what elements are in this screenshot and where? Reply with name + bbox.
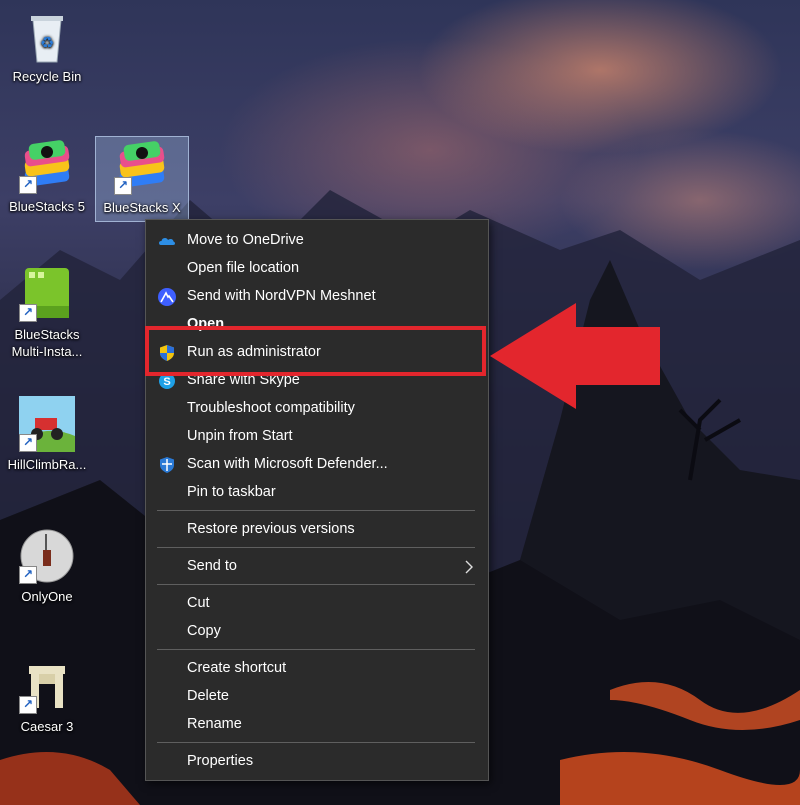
- menu-item-troubleshoot-compatibility[interactable]: Troubleshoot compatibility: [146, 395, 488, 423]
- red-arrow-annotation: [490, 303, 660, 409]
- bluestacks-multi-instance-icon: ↗: [19, 266, 75, 322]
- desktop-icon-label: HillClimbRa...: [7, 457, 87, 472]
- onlyone-icon: ↗: [19, 528, 75, 584]
- desktop-icon-bluestacks-5[interactable]: ↗ BlueStacks 5: [1, 138, 93, 215]
- shortcut-arrow-icon: ↗: [19, 566, 37, 584]
- menu-item-scan-defender[interactable]: Scan with Microsoft Defender...: [146, 451, 488, 479]
- highlight-box: [145, 326, 486, 376]
- menu-item-pin-to-taskbar[interactable]: Pin to taskbar: [146, 479, 488, 507]
- desktop-icon-recycle-bin[interactable]: ♻ Recycle Bin: [1, 8, 93, 85]
- shortcut-arrow-icon: ↗: [19, 304, 37, 322]
- bluestacks-icon: ↗: [19, 138, 75, 194]
- menu-item-create-shortcut[interactable]: Create shortcut: [146, 655, 488, 683]
- menu-item-open-file-location[interactable]: Open file location: [146, 255, 488, 283]
- menu-item-rename[interactable]: Rename: [146, 711, 488, 739]
- hill-climb-racing-icon: ↗: [19, 396, 75, 452]
- chevron-right-icon: [462, 559, 476, 575]
- desktop-icon-bluestacks-multi-instance[interactable]: ↗ BlueStacks Multi-Insta...: [1, 266, 93, 360]
- desktop-icon-onlyone[interactable]: ↗ OnlyOne: [1, 528, 93, 605]
- desktop-icon-bluestacks-x[interactable]: ↗ BlueStacks X: [95, 136, 189, 222]
- menu-separator: [157, 584, 475, 585]
- bluestacks-icon: ↗: [114, 139, 170, 195]
- nordvpn-icon: [158, 288, 176, 306]
- menu-separator: [157, 742, 475, 743]
- menu-item-copy[interactable]: Copy: [146, 618, 488, 646]
- desktop-icon-label: BlueStacks Multi-Insta...: [11, 327, 83, 359]
- svg-text:S: S: [163, 376, 170, 388]
- shortcut-arrow-icon: ↗: [19, 696, 37, 714]
- shortcut-arrow-icon: ↗: [114, 177, 132, 195]
- defender-shield-icon: [158, 456, 176, 474]
- context-menu: Move to OneDrive Open file location Send…: [145, 219, 489, 781]
- desktop-icon-caesar-3[interactable]: ↗ Caesar 3: [1, 658, 93, 735]
- desktop-icon-label: OnlyOne: [21, 589, 73, 604]
- menu-item-delete[interactable]: Delete: [146, 683, 488, 711]
- shortcut-arrow-icon: ↗: [19, 434, 37, 452]
- menu-item-properties[interactable]: Properties: [146, 748, 488, 776]
- menu-item-cut[interactable]: Cut: [146, 590, 488, 618]
- onedrive-icon: [158, 232, 176, 250]
- desktop-icon-label: Caesar 3: [20, 719, 74, 734]
- menu-item-send-nordvpn-meshnet[interactable]: Send with NordVPN Meshnet: [146, 283, 488, 311]
- desktop-icon-label: BlueStacks 5: [9, 199, 85, 214]
- shortcut-arrow-icon: ↗: [19, 176, 37, 194]
- svg-text:♻: ♻: [40, 35, 54, 52]
- menu-item-unpin-from-start[interactable]: Unpin from Start: [146, 423, 488, 451]
- menu-item-send-to[interactable]: Send to: [146, 553, 488, 581]
- menu-item-restore-previous-versions[interactable]: Restore previous versions: [146, 516, 488, 544]
- desktop-icon-label: Recycle Bin: [12, 69, 82, 84]
- desktop-icon-hillclimb[interactable]: ↗ HillClimbRa...: [1, 396, 93, 473]
- menu-separator: [157, 547, 475, 548]
- recycle-bin-icon: ♻: [19, 8, 75, 64]
- desktop-icon-label: BlueStacks X: [103, 200, 181, 215]
- menu-item-move-to-onedrive[interactable]: Move to OneDrive: [146, 227, 488, 255]
- menu-separator: [157, 649, 475, 650]
- menu-separator: [157, 510, 475, 511]
- caesar-icon: ↗: [19, 658, 75, 714]
